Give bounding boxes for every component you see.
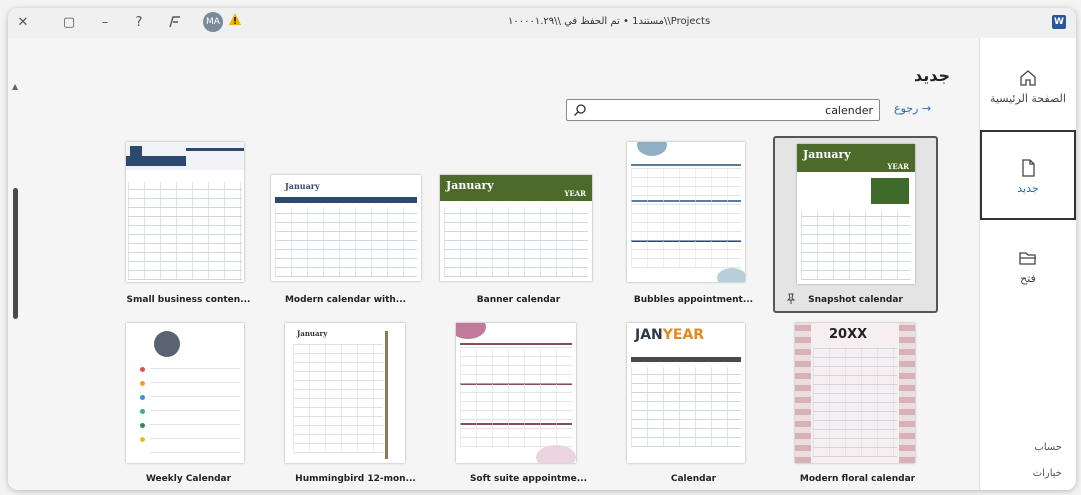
maximize-icon[interactable]: ▢: [60, 14, 78, 32]
template-title: Bubbles appointment...: [633, 295, 754, 305]
template-thumbnail: [456, 323, 576, 463]
template-tile[interactable]: Bubbles appointment...: [611, 134, 776, 311]
close-icon[interactable]: ✕: [14, 14, 32, 32]
template-title: Modern calendar with...: [284, 295, 407, 305]
new-document-icon: [1022, 159, 1035, 177]
nav-item-label: فتح: [1020, 272, 1036, 285]
word-app-icon: W: [1052, 15, 1066, 29]
folder-open-icon: [1019, 252, 1036, 265]
template-thumbnail: 20XX: [795, 323, 915, 463]
template-title: Calendar: [670, 474, 717, 484]
template-thumbnail: [126, 142, 244, 282]
app-window: ✕ ▢ – ? MA مستند1 • تم الحفظ في \\١٠٠٠٠١…: [8, 8, 1076, 490]
new-document-pane: ▲ جديد calender رجوع → Small business co…: [8, 38, 980, 490]
template-title: Soft suite appointme...: [469, 474, 588, 484]
template-tile[interactable]: January Modern calendar with...: [263, 134, 428, 311]
template-title: Weekly Calendar: [145, 474, 232, 484]
nav-item-home[interactable]: الصفحة الرئيسية: [980, 68, 1076, 105]
nav-item-open[interactable]: فتح: [980, 248, 1076, 285]
designer-icon[interactable]: [166, 14, 184, 32]
avatar[interactable]: MA: [203, 12, 223, 32]
template-title: Snapshot calendar: [808, 295, 903, 305]
backstage-nav-rail: الصفحة الرئيسية جديد فتح حساب خيارات: [979, 38, 1076, 490]
back-label: رجوع: [894, 102, 919, 115]
template-tile[interactable]: Small business conten...: [106, 134, 271, 311]
template-title: Modern floral calendar: [799, 474, 916, 484]
template-thumbnail: January YEAR: [440, 175, 592, 281]
help-icon[interactable]: ?: [130, 14, 148, 32]
nav-item-label: الصفحة الرئيسية: [990, 92, 1066, 105]
minimize-icon[interactable]: –: [96, 14, 114, 32]
template-thumbnail: JANYEAR: [627, 323, 745, 463]
home-icon: [1020, 70, 1036, 86]
nav-item-new[interactable]: جديد: [980, 130, 1076, 220]
nav-item-label: جديد: [1017, 182, 1039, 195]
account-link[interactable]: حساب: [1034, 442, 1062, 453]
document-title: مستند1 • تم الحفظ في \\١٠٠٠٠١.٢٩\\Projec…: [508, 16, 711, 27]
template-thumbnail: January YEAR: [797, 144, 915, 284]
template-thumbnail: [126, 323, 244, 463]
template-thumbnail: January: [271, 175, 421, 281]
template-search-input[interactable]: calender: [566, 99, 880, 121]
search-icon[interactable]: [573, 103, 587, 117]
template-title: Small business conten...: [126, 295, 251, 305]
arrow-right-icon: →: [921, 102, 932, 115]
template-thumbnail: [627, 142, 745, 282]
template-tile[interactable]: 20XX Modern floral calendar: [775, 313, 940, 490]
template-tile[interactable]: January Hummingbird 12-mon...: [273, 313, 438, 490]
scrollbar-thumb[interactable]: [13, 188, 18, 319]
template-tile[interactable]: Weekly Calendar: [106, 313, 271, 490]
back-link[interactable]: رجوع →: [894, 102, 931, 115]
scroll-up-icon[interactable]: ▲: [12, 82, 18, 91]
search-value: calender: [825, 104, 873, 117]
template-thumbnail: January: [285, 323, 405, 463]
template-tile-selected[interactable]: January YEAR Snapshot calendar: [773, 136, 938, 313]
template-title: Banner calendar: [476, 295, 561, 305]
template-tile[interactable]: January YEAR Banner calendar: [436, 134, 601, 311]
title-bar: ✕ ▢ – ? MA مستند1 • تم الحفظ في \\١٠٠٠٠١…: [8, 8, 1076, 38]
template-title: Hummingbird 12-mon...: [295, 474, 416, 484]
warning-icon[interactable]: [228, 12, 242, 26]
page-title: جديد: [913, 66, 950, 85]
template-tile[interactable]: JANYEAR Calendar: [611, 313, 776, 490]
options-link[interactable]: خيارات: [1033, 468, 1062, 479]
template-tile[interactable]: Soft suite appointme...: [446, 313, 611, 490]
